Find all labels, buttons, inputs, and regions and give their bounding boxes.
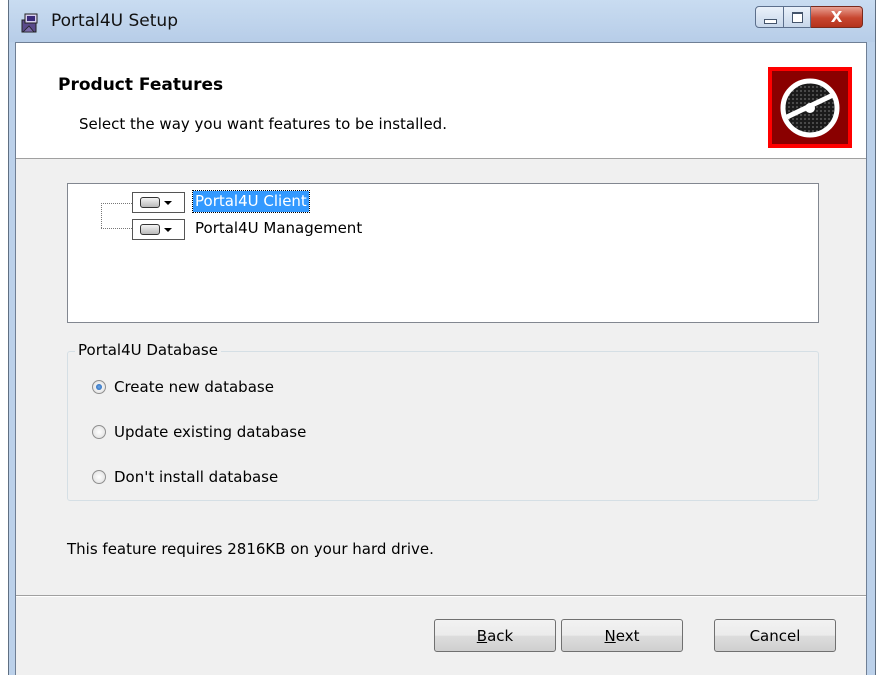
database-group-title: Portal4U Database — [75, 341, 221, 359]
close-button[interactable]: X — [811, 6, 863, 28]
feature-management-dropdown[interactable] — [132, 219, 185, 240]
next-mnemonic: N — [604, 626, 616, 645]
database-group: Portal4U Database Create new database Up… — [67, 341, 819, 501]
feature-management-label[interactable]: Portal4U Management — [193, 218, 364, 239]
maximize-button[interactable] — [784, 6, 811, 28]
installer-icon — [21, 13, 38, 33]
page-subtitle: Select the way you want features to be i… — [79, 115, 447, 133]
page-title: Product Features — [58, 75, 224, 95]
back-label: ack — [487, 626, 514, 645]
setup-window: Portal4U Setup X Product Features Select… — [8, 0, 876, 675]
next-button[interactable]: Next — [561, 619, 683, 652]
feature-client-label[interactable]: Portal4U Client — [192, 190, 310, 213]
disk-space-text: This feature requires 2816KB on your har… — [67, 540, 434, 558]
next-label: ext — [615, 626, 640, 645]
hard-drive-icon — [140, 224, 160, 235]
footer-separator — [16, 595, 866, 597]
radio-update-database[interactable]: Update existing database — [92, 421, 306, 443]
radio-label: Don't install database — [114, 468, 279, 486]
dropdown-arrow-icon — [164, 227, 172, 232]
caption-buttons: X — [755, 6, 863, 30]
back-button[interactable]: Back — [434, 619, 556, 652]
cancel-label: Cancel — [749, 626, 801, 645]
radio-no-database[interactable]: Don't install database — [92, 466, 278, 488]
disc-icon — [780, 78, 840, 137]
minimize-button[interactable] — [755, 6, 784, 28]
window-title: Portal4U Setup — [51, 11, 178, 31]
radio-unchecked-icon — [92, 470, 106, 484]
feature-tree[interactable]: Portal4U Client Portal4U Management — [67, 183, 819, 323]
radio-create-database[interactable]: Create new database — [92, 376, 274, 398]
close-icon: X — [830, 8, 843, 26]
hard-drive-icon — [140, 197, 160, 208]
back-mnemonic: B — [476, 626, 488, 645]
radio-label: Create new database — [114, 378, 274, 396]
title-bar[interactable]: Portal4U Setup X — [9, 0, 875, 42]
disc-logo — [768, 67, 852, 148]
dropdown-arrow-icon — [164, 200, 172, 205]
radio-checked-icon — [92, 380, 106, 394]
radio-label: Update existing database — [114, 423, 307, 441]
feature-client-dropdown[interactable] — [132, 192, 185, 213]
dialog-client-area: Product Features Select the way you want… — [15, 42, 867, 675]
header-banner: Product Features Select the way you want… — [16, 43, 866, 159]
cancel-button[interactable]: Cancel — [714, 619, 836, 652]
radio-unchecked-icon — [92, 425, 106, 439]
